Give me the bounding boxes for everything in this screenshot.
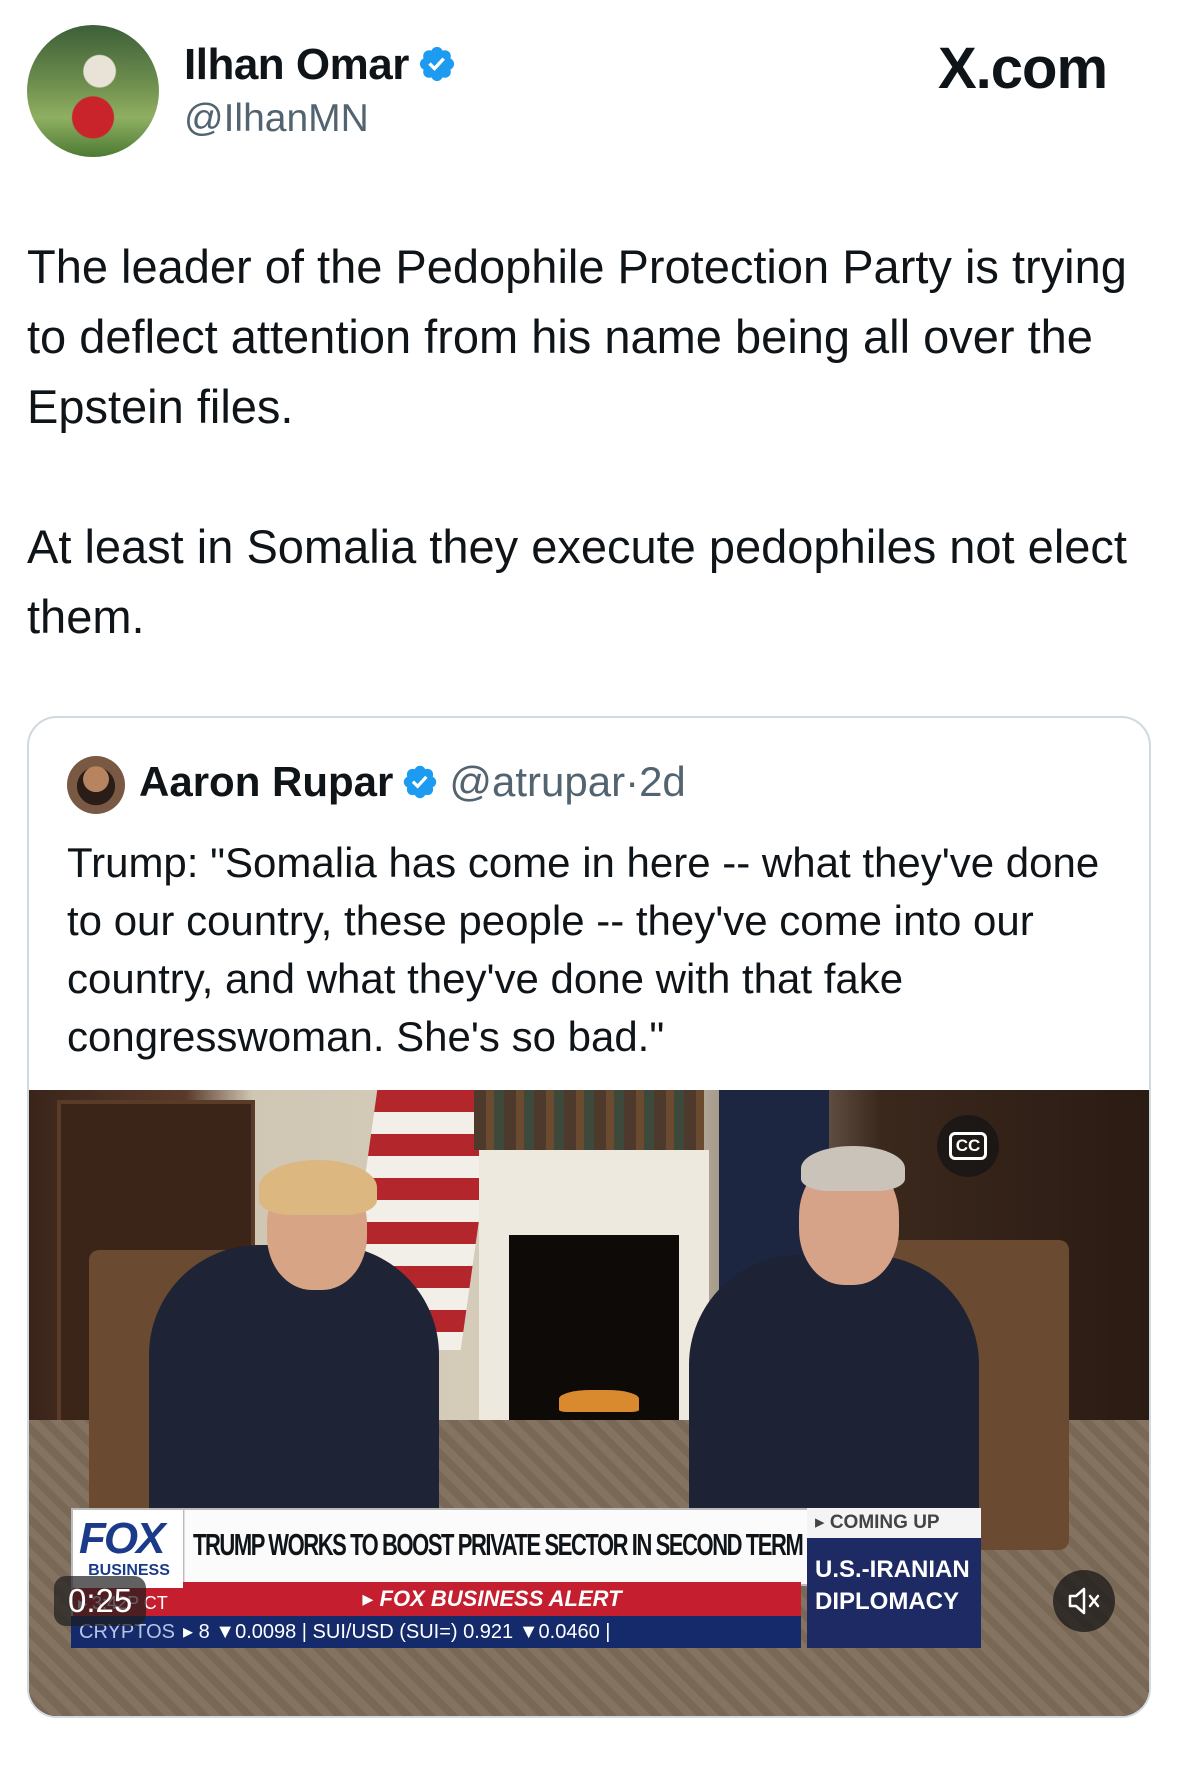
video-scene-fire [559, 1390, 639, 1412]
verified-badge-icon [404, 765, 437, 799]
author-name[interactable]: Ilhan Omar [184, 40, 457, 90]
author-avatar[interactable] [27, 25, 159, 157]
video-scene-books [474, 1090, 704, 1150]
network-logo-text: FOX [79, 1514, 165, 1563]
tweet-paragraph: The leader of the Pedophile Protection P… [27, 240, 1127, 433]
speaker-muted-icon [1068, 1587, 1100, 1615]
meta-separator: · [625, 758, 640, 805]
tweet-text: The leader of the Pedophile Protection P… [27, 232, 1157, 652]
video-scene-person-left-hair [259, 1160, 377, 1215]
verified-badge-icon [419, 46, 454, 82]
news-chyron: FOX BUSINESS ▸ 3:42P CT TRUMP WORKS TO B… [71, 1508, 981, 1648]
quote-author-name[interactable]: Aaron Rupar [139, 758, 393, 805]
quoted-tweet-card[interactable]: Aaron Rupar @atrupar·2d Trump: "Somalia h… [27, 716, 1151, 1718]
chyron-alert: ▸ FOX BUSINESS ALERT [183, 1582, 801, 1616]
author-name-text: Ilhan Omar [184, 40, 409, 89]
coming-up-text: U.S.-IRANIAN DIPLOMACY [815, 1556, 970, 1615]
video-scene-person-right-hair [801, 1146, 905, 1191]
quote-header: Aaron Rupar @atrupar·2d [139, 758, 686, 806]
closed-captions-button[interactable]: CC [937, 1115, 999, 1177]
mute-button[interactable] [1053, 1570, 1115, 1632]
tweet-paragraph: At least in Somalia they execute pedophi… [27, 520, 1127, 643]
author-handle[interactable]: @IlhanMN [184, 97, 369, 141]
quote-author-handle[interactable]: @atrupar [449, 758, 625, 805]
video-player[interactable]: CC FOX BUSINESS ▸ 3:42P CT TRUMP WORKS T… [29, 1090, 1149, 1716]
quote-timestamp[interactable]: 2d [639, 758, 686, 805]
chyron-crawl: CRYPTOS ▸ 8 ▼0.0098 | SUI/USD (SUI=) 0.92… [71, 1616, 801, 1648]
cc-icon: CC [948, 1132, 988, 1160]
quote-text: Trump: "Somalia has come in here -- what… [67, 839, 1100, 1060]
coming-up-panel: ▸ COMING UP U.S.-IRANIAN DIPLOMACY [807, 1508, 981, 1648]
quote-author-avatar[interactable] [67, 756, 125, 814]
site-label: X.com [938, 36, 1108, 101]
chyron-headline: TRUMP WORKS TO BOOST PRIVATE SECTOR IN S… [183, 1508, 813, 1586]
coming-up-label: ▸ COMING UP [807, 1508, 981, 1538]
crawl-text: ▸ 8 ▼0.0098 | SUI/USD (SUI=) 0.921 ▼0.04… [183, 1621, 611, 1643]
video-elapsed-time: 0:25 [54, 1576, 147, 1626]
